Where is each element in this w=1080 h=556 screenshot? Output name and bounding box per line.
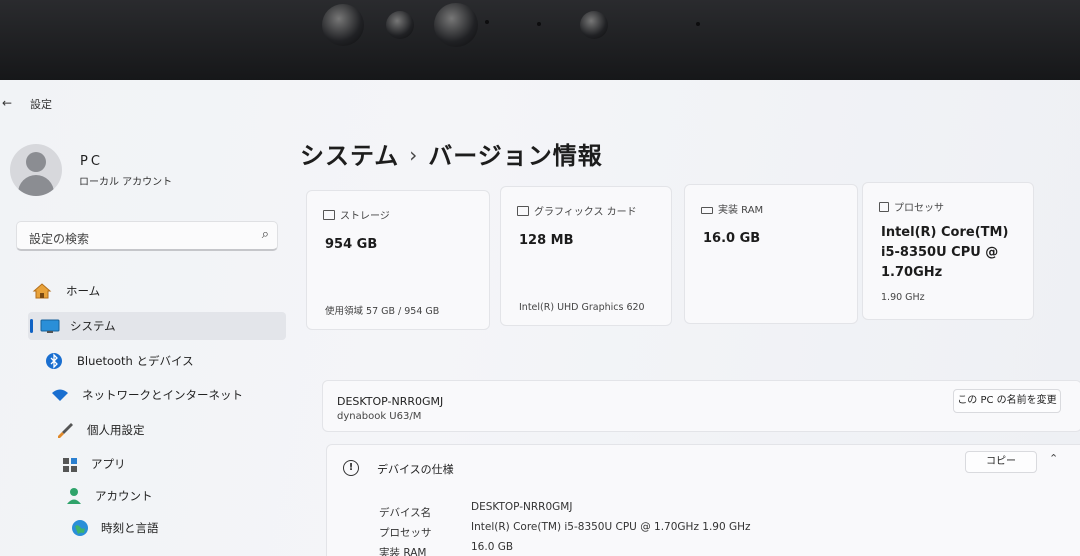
chevron-up-icon[interactable]: ⌃	[1049, 452, 1058, 465]
card-value: 128 MB	[519, 233, 574, 248]
sidebar-item-home[interactable]: ホーム	[28, 277, 286, 305]
bluetooth-icon	[46, 353, 62, 369]
graphics-card[interactable]: グラフィックス カード 128 MB Intel(R) UHD Graphics…	[500, 186, 672, 326]
breadcrumb-parent[interactable]: システム	[300, 142, 399, 170]
account-type: ローカル アカウント	[79, 177, 173, 188]
ir-sensor-icon	[386, 11, 414, 39]
sidebar-item-accounts[interactable]: アカウント	[64, 482, 322, 510]
sidebar-item-label: システム	[70, 319, 116, 333]
mic-hole	[696, 22, 700, 26]
sidebar-item-system[interactable]: システム	[28, 312, 286, 340]
home-icon	[32, 283, 52, 299]
wifi-icon	[52, 389, 68, 401]
brush-icon	[58, 423, 73, 438]
rename-pc-button[interactable]: この PC の名前を変更	[953, 389, 1061, 413]
card-label: ストレージ	[323, 207, 390, 222]
globe-icon	[72, 520, 88, 536]
card-subtext: Intel(R) UHD Graphics 620	[519, 302, 645, 313]
specs-title: デバイスの仕様	[377, 463, 454, 476]
sidebar-item-label: 時刻と言語	[101, 521, 159, 535]
back-arrow-icon[interactable]: ←	[2, 96, 12, 110]
sidebar-item-time-language[interactable]: 時刻と言語	[70, 514, 328, 542]
memory-icon	[701, 207, 713, 214]
sidebar-item-label: Bluetooth とデバイス	[77, 354, 194, 368]
spec-value: 16.0 GB	[471, 541, 514, 553]
card-label: 実装 RAM	[701, 201, 763, 216]
search-input[interactable]: 設定の検索 ⌕	[16, 221, 278, 251]
page-title: バージョン情報	[428, 142, 603, 170]
ir-sensor-icon	[580, 11, 608, 39]
webcam-lens-icon	[322, 4, 364, 46]
mic-hole	[537, 22, 541, 26]
info-icon: !	[343, 460, 359, 476]
card-value: 954 GB	[325, 237, 378, 252]
monitor-icon	[40, 319, 60, 333]
storage-card[interactable]: ストレージ 954 GB 使用領域 57 GB / 954 GB	[306, 190, 490, 330]
processor-card[interactable]: プロセッサ Intel(R) Core(TM) i5-8350U CPU @ 1…	[862, 182, 1034, 320]
sidebar-item-label: ホーム	[66, 284, 101, 298]
user-body-shape	[18, 175, 54, 196]
sidebar-item-label: アカウント	[95, 489, 153, 503]
indicator-light	[485, 20, 489, 24]
search-placeholder: 設定の検索	[29, 232, 90, 246]
spec-label: デバイス名	[379, 507, 432, 519]
spec-value: DESKTOP-NRR0GMJ	[471, 501, 573, 513]
sidebar-item-label: ネットワークとインターネット	[82, 388, 243, 402]
card-subtext: 1.90 GHz	[881, 292, 925, 303]
sidebar-item-bluetooth[interactable]: Bluetooth とデバイス	[44, 347, 302, 375]
sidebar-item-personalization[interactable]: 個人用設定	[56, 416, 314, 444]
app-title: 設定	[30, 98, 52, 111]
active-indicator	[30, 319, 33, 333]
laptop-bezel	[0, 0, 1080, 84]
search-icon[interactable]: ⌕	[262, 227, 269, 242]
device-specs-panel: ! デバイスの仕様 コピー ⌃ デバイス名 DESKTOP-NRR0GMJ プロ…	[326, 444, 1080, 556]
webcam-lens-icon	[434, 3, 478, 47]
account-name: PC	[80, 154, 103, 169]
card-value: 16.0 GB	[703, 231, 761, 246]
card-value: Intel(R) Core(TM) i5-8350U CPU @ 1.70GHz	[881, 225, 1009, 280]
sidebar-item-apps[interactable]: アプリ	[60, 450, 318, 478]
person-icon	[67, 488, 81, 504]
sidebar-item-label: アプリ	[91, 457, 126, 471]
card-label: グラフィックス カード	[517, 203, 637, 218]
spec-label: プロセッサ	[379, 527, 432, 539]
device-model: dynabook U63/M	[337, 411, 422, 422]
card-label: プロセッサ	[879, 199, 944, 214]
ram-card[interactable]: 実装 RAM 16.0 GB	[684, 184, 858, 324]
sidebar-item-label: 個人用設定	[87, 423, 145, 437]
storage-icon	[323, 210, 335, 220]
breadcrumb-separator: ›	[409, 143, 419, 167]
card-subtext: 使用領域 57 GB / 954 GB	[325, 306, 440, 317]
user-head-shape	[26, 152, 46, 172]
avatar[interactable]	[10, 144, 62, 196]
sidebar-item-network[interactable]: ネットワークとインターネット	[50, 381, 308, 409]
device-name-panel: DESKTOP-NRR0GMJ dynabook U63/M この PC の名前…	[322, 380, 1080, 432]
chip-icon	[879, 202, 889, 212]
settings-window: ← 設定 PC ローカル アカウント 設定の検索 ⌕ ホーム システム Blue…	[0, 80, 1080, 556]
device-name: DESKTOP-NRR0GMJ	[337, 395, 444, 408]
breadcrumb: システム › バージョン情報	[300, 136, 603, 171]
apps-icon	[63, 458, 77, 472]
spec-value: Intel(R) Core(TM) i5-8350U CPU @ 1.70GHz…	[471, 521, 751, 533]
spec-label: 実装 RAM	[379, 547, 427, 556]
copy-button[interactable]: コピー	[965, 451, 1037, 473]
gpu-icon	[517, 206, 529, 216]
